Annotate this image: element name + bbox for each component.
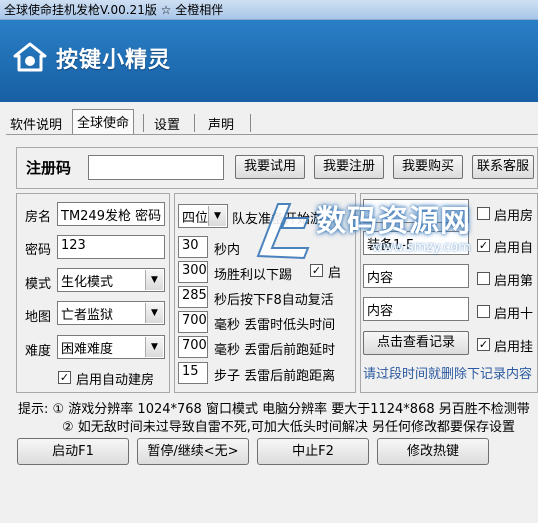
map-select[interactable]: 亡者监狱 ▼ <box>57 301 165 325</box>
start-button[interactable]: 启动F1 <box>17 438 129 465</box>
tab-global-mission[interactable]: 全球使命 <box>72 109 135 135</box>
tab-software-info[interactable]: 软件说明 <box>6 112 67 134</box>
chevron-down-icon[interactable]: ▼ <box>208 206 226 226</box>
log-note: 请过段时间就删除下记录内容 <box>363 367 533 382</box>
win-kick-text: 场胜利以下踢 <box>214 268 293 283</box>
enable-auto-label: 启用自 <box>494 241 534 256</box>
enable-ten-checkbox[interactable] <box>477 305 490 318</box>
enable-hang-checkbox[interactable]: ✓ <box>477 338 490 351</box>
enable-ten-label: 启用十 <box>494 307 534 322</box>
hint-line-2: ② 如无敌时间未过导致自雷不死,可加大低头时间解决 另任何修改都要保存设置 <box>62 420 516 435</box>
tab-divider <box>194 114 195 132</box>
enable-room-label: 启用房 <box>494 209 534 224</box>
difficulty-label: 难度 <box>25 344 52 359</box>
chevron-down-icon[interactable]: ▼ <box>145 303 163 323</box>
revive-input[interactable]: 285 <box>178 286 208 308</box>
registration-code-input[interactable] <box>88 155 224 180</box>
view-log-button[interactable]: 点击查看记录 <box>363 331 469 355</box>
room-name-input[interactable]: TM249发枪 密码 <box>57 202 165 226</box>
position-select[interactable]: 四位 ▼ <box>178 204 228 228</box>
tab-divider <box>250 114 251 132</box>
password-input[interactable]: 123 <box>57 235 165 259</box>
chevron-down-icon[interactable]: ▼ <box>145 270 163 290</box>
buy-button[interactable]: 我要购买 <box>393 155 463 179</box>
position-select-value: 四位 <box>182 211 209 226</box>
seconds-text: 秒内 <box>214 243 241 258</box>
tab-statement[interactable]: 声明 <box>204 112 239 134</box>
window-title: 全球使命挂机发枪V.00.21版 ☆ 全橙相伴 <box>4 3 224 17</box>
title-bar[interactable]: 全球使命挂机发枪V.00.21版 ☆ 全橙相伴 <box>0 0 538 20</box>
edit-hotkey-button[interactable]: 修改热键 <box>377 438 489 465</box>
mode-select[interactable]: 生化模式 ▼ <box>57 268 165 292</box>
difficulty-select[interactable]: 困难难度 ▼ <box>57 335 165 359</box>
register-button[interactable]: 我要注册 <box>314 155 384 179</box>
password-label: 密码 <box>25 243 52 258</box>
registration-label: 注册码 <box>26 159 72 177</box>
watermark-logo-icon <box>256 203 310 260</box>
home-logo-icon <box>13 42 47 72</box>
difficulty-select-value: 困难难度 <box>61 342 114 357</box>
map-label: 地图 <box>25 310 52 325</box>
revive-text: 秒后按下F8自动复活 <box>214 293 334 308</box>
contact-support-button[interactable]: 联系客服 <box>472 155 534 179</box>
win-kick-input[interactable]: 300 <box>178 261 208 283</box>
run-delay-text: 毫秒 丢雷后前跑延时 <box>214 343 336 358</box>
auto-room-label: 启用自动建房 <box>76 373 155 388</box>
enable-room-checkbox[interactable] <box>477 207 490 220</box>
mode-select-value: 生化模式 <box>61 275 114 290</box>
auto-room-checkbox[interactable]: ✓ <box>58 371 71 384</box>
kick-checkbox-label: 启 <box>328 266 342 281</box>
watermark-url: www.smzy.com <box>372 240 471 255</box>
room-name-label: 房名 <box>25 210 52 225</box>
enable-auto-checkbox[interactable]: ✓ <box>477 239 490 252</box>
seconds-input[interactable]: 30 <box>178 236 208 258</box>
enable-third-checkbox[interactable] <box>477 272 490 285</box>
pause-resume-button[interactable]: 暂停/继续<无> <box>137 438 249 465</box>
watermark-text: 数码资源网 <box>316 204 471 239</box>
hint-line-1: 提示: ① 游戏分辨率 1024*768 窗口模式 电脑分辨率 要大于1124*… <box>18 402 530 417</box>
right-input-3[interactable]: 内容 <box>363 264 469 288</box>
enable-hang-label: 启用挂 <box>494 340 534 355</box>
mode-label: 模式 <box>25 277 52 292</box>
map-select-value: 亡者监狱 <box>61 308 114 323</box>
tab-divider <box>143 114 144 132</box>
right-input-4[interactable]: 内容 <box>363 297 469 321</box>
tab-panel-border <box>6 134 538 135</box>
run-distance-input[interactable]: 15 <box>178 362 208 384</box>
stop-button[interactable]: 中止F2 <box>257 438 369 465</box>
run-delay-input[interactable]: 700 <box>178 336 208 358</box>
chevron-down-icon[interactable]: ▼ <box>145 337 163 357</box>
head-down-input[interactable]: 700 <box>178 311 208 333</box>
head-down-text: 毫秒 丢雷时低头时间 <box>214 318 336 333</box>
logo-text: 按键小精灵 <box>56 48 172 73</box>
trial-button[interactable]: 我要试用 <box>235 155 305 179</box>
enable-third-label: 启用第 <box>494 274 534 289</box>
run-distance-text: 步子 丢雷后前跑距离 <box>214 369 336 384</box>
tab-settings[interactable]: 设置 <box>150 112 185 134</box>
